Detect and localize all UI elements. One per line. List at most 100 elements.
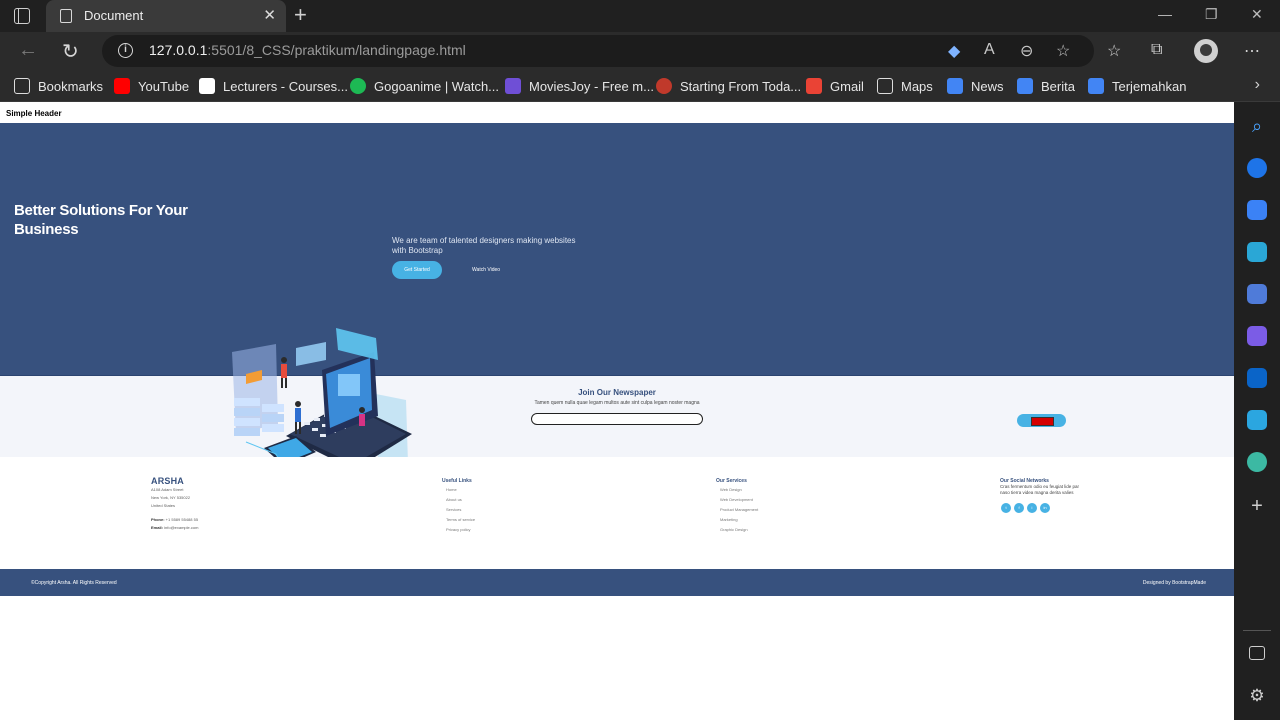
sidebar-divider <box>1243 630 1271 631</box>
add-icon[interactable]: + <box>1247 496 1267 516</box>
newsletter-email-input[interactable] <box>531 413 703 425</box>
tab-title: Document <box>84 8 144 23</box>
film-icon <box>505 78 521 94</box>
bookmark-berita[interactable]: Berita <box>1017 76 1075 96</box>
bookmark-moviesjoy[interactable]: MoviesJoy - Free m... <box>505 76 654 96</box>
copyright-text: ©Copyright Arsha. All Rights Reserved <box>31 580 117 586</box>
footer-service-graphic-design[interactable]: Graphic Design <box>720 527 748 532</box>
footer-phone: Phone: +1 5589 55488 55 <box>151 517 199 522</box>
social-networks-text: Cras fermentum odio eu feugiat lide par … <box>1000 484 1080 495</box>
tv-icon <box>350 78 366 94</box>
footer-service-web-design[interactable]: Web Design <box>720 487 742 492</box>
twitter-icon[interactable]: t <box>1001 503 1011 513</box>
linkedin-icon[interactable]: in <box>1040 503 1050 513</box>
restore-button[interactable]: ❐ <box>1205 6 1218 23</box>
footer: ARSHA A108 Adam Street New York, NY 5350… <box>0 457 1234 569</box>
tab-actions-icon[interactable] <box>14 8 30 24</box>
close-window-button[interactable]: ✕ <box>1251 6 1263 23</box>
profile-avatar[interactable] <box>1194 39 1218 63</box>
search-icon[interactable]: ⌕ <box>1247 116 1267 136</box>
footer-service-web-development[interactable]: Web Development <box>720 497 753 502</box>
bookmark-maps[interactable]: Maps <box>877 76 933 96</box>
games-icon[interactable] <box>1247 284 1267 304</box>
bookmark-gmail[interactable]: Gmail <box>806 76 864 96</box>
send-icon[interactable] <box>1247 410 1267 430</box>
newsletter-text: Tamen quem nulla quae legam multos aute … <box>534 400 700 406</box>
news-icon <box>1017 78 1033 94</box>
translate-icon <box>1088 78 1104 94</box>
page-header: Simple Header <box>6 109 62 118</box>
bookmark-news[interactable]: News <box>947 76 1004 96</box>
bookmark-gogoanime[interactable]: Gogoanime | Watch... <box>350 76 499 96</box>
hide-sidebar-icon[interactable] <box>1249 646 1265 660</box>
tab-document[interactable]: Document ✕ <box>46 0 286 32</box>
url-text[interactable]: 127.0.0.1:5501/8_CSS/praktikum/landingpa… <box>149 42 466 58</box>
watch-video-button[interactable]: Watch Video <box>472 267 500 273</box>
bookmark-bookmarks[interactable]: Bookmarks <box>14 76 103 96</box>
facebook-icon[interactable]: f <box>1014 503 1024 513</box>
folder-icon <box>14 78 30 94</box>
newsletter-title: Join Our Newspaper <box>578 388 656 397</box>
youtube-icon <box>114 78 130 94</box>
settings-icon[interactable]: ⚙ <box>1247 686 1267 706</box>
check-icon <box>199 78 215 94</box>
outlook-icon[interactable] <box>1247 368 1267 388</box>
shopping-tag-icon[interactable] <box>1247 200 1267 220</box>
footer-address-line: A108 Adam Street <box>151 487 184 492</box>
news-icon <box>947 78 963 94</box>
menu-icon[interactable]: ⋯ <box>1244 41 1260 61</box>
tab-close-icon[interactable]: ✕ <box>263 6 276 24</box>
useful-links-title: Useful Links <box>442 478 472 484</box>
page-icon <box>60 9 72 23</box>
footer-brand: ARSHA <box>151 476 185 486</box>
game-icon <box>656 78 672 94</box>
bookmark-lecturers[interactable]: Lecturers - Courses... <box>199 76 348 96</box>
back-button[interactable]: ← <box>18 39 38 62</box>
hero-subtitle: We are team of talented designers making… <box>392 236 576 255</box>
page-icon <box>877 78 893 94</box>
copyright-bar: ©Copyright Arsha. All Rights Reserved De… <box>0 569 1234 596</box>
footer-link-privacy[interactable]: Privacy policy <box>446 527 470 532</box>
footer-link-about[interactable]: About us <box>446 497 462 502</box>
our-services-title: Our Services <box>716 478 747 484</box>
info-icon[interactable]: i <box>118 43 133 58</box>
footer-link-services[interactable]: Services <box>446 507 461 512</box>
footer-service-product-management[interactable]: Product Management <box>720 507 758 512</box>
instagram-icon[interactable]: i <box>1027 503 1037 513</box>
footer-address-line: New York, NY 535022 <box>151 495 191 500</box>
new-tab-button[interactable]: + <box>294 2 307 28</box>
subscribe-button[interactable] <box>1017 414 1066 427</box>
address-bar[interactable]: i 127.0.0.1:5501/8_CSS/praktikum/landing… <box>102 35 1094 67</box>
bookmark-terjemahkan[interactable]: Terjemahkan <box>1088 76 1186 96</box>
refresh-button[interactable]: ↻ <box>62 39 79 64</box>
zoom-icon[interactable]: ⊖ <box>1020 41 1033 61</box>
edge-sidebar: ⌕ + ⚙ <box>1234 102 1280 720</box>
add-favorite-icon[interactable]: ☆ <box>1056 41 1070 61</box>
newsletter-section: Join Our Newspaper Tamen quem nulla quae… <box>0 376 1234 457</box>
hero-section: Better Solutions For Your Business We ar… <box>0 123 1234 376</box>
hero-illustration <box>232 328 412 475</box>
get-started-button[interactable]: Get Started <box>392 261 442 279</box>
footer-address-line: United States <box>151 503 176 508</box>
favorites-icon[interactable]: ☆ <box>1107 41 1121 61</box>
bookmark-youtube[interactable]: YouTube <box>114 76 189 96</box>
footer-link-home[interactable]: Home <box>446 487 457 492</box>
bookmark-starting[interactable]: Starting From Toda... <box>656 76 801 96</box>
footer-service-marketing[interactable]: Marketing <box>720 517 738 522</box>
tree-icon[interactable] <box>1247 452 1267 472</box>
hero-title: Better Solutions For Your Business <box>14 202 188 238</box>
copilot-icon[interactable] <box>1247 326 1267 346</box>
browser-toolbar: ← ↻ i 127.0.0.1:5501/8_CSS/praktikum/lan… <box>0 32 1280 70</box>
read-aloud-icon[interactable]: A <box>984 41 995 59</box>
browser-titlebar: Document ✕ + — ❐ ✕ <box>0 0 1280 32</box>
gmail-icon <box>806 78 822 94</box>
minimize-button[interactable]: — <box>1158 6 1172 22</box>
tools-icon[interactable] <box>1247 242 1267 262</box>
chevron-right-icon[interactable]: › <box>1255 76 1260 94</box>
footer-email: Email: info@example.com <box>151 525 199 530</box>
tag-icon[interactable]: ◆ <box>948 41 960 61</box>
page-viewport: Simple Header Better Solutions For Your … <box>0 102 1234 720</box>
bing-icon[interactable] <box>1247 158 1267 178</box>
footer-link-terms[interactable]: Terms of service <box>446 517 475 522</box>
collections-icon[interactable]: ⧉ <box>1151 41 1162 59</box>
